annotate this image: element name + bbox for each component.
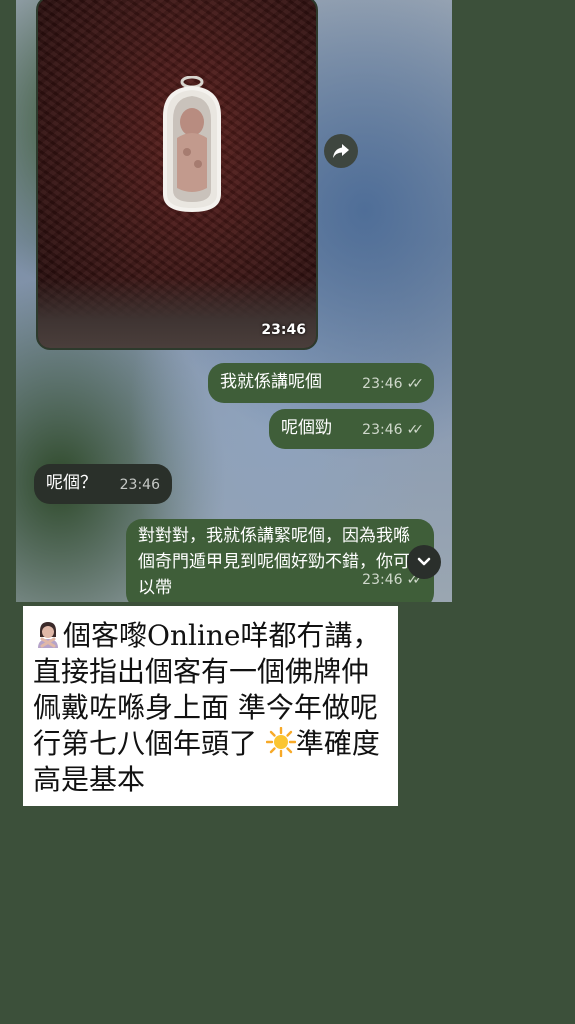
person-gesturing-no-icon — [38, 622, 58, 648]
message-time: 23:46 — [362, 572, 403, 588]
message-time: 23:46 — [119, 477, 160, 493]
message-bubble-outgoing[interactable]: 對對對，我就係講緊呢個，因為我喺個奇門遁甲見到呢個好勁不錯，你可以帶 23:46… — [126, 519, 434, 602]
message-bubble-outgoing[interactable]: 我就係講呢個 23:46 ✓✓ — [208, 363, 434, 403]
message-bubble-incoming[interactable]: 呢個？ 23:46 — [34, 464, 172, 504]
message-text: 呢個勁 — [281, 418, 332, 438]
message-text: 我就係講呢個 — [220, 372, 322, 392]
amulet-pendant-image — [163, 76, 221, 213]
scroll-down-button[interactable] — [407, 545, 441, 579]
share-arrow-icon — [333, 144, 349, 158]
double-check-icon: ✓✓ — [406, 422, 425, 438]
share-button[interactable] — [324, 134, 358, 168]
message-time: 23:46 — [362, 422, 403, 438]
message-meta: 23:46 — [120, 472, 160, 498]
chevron-down-icon — [417, 557, 431, 566]
message-bubble-outgoing[interactable]: 呢個勁 23:46 ✓✓ — [269, 409, 434, 449]
message-meta: 23:46 ✓✓ — [362, 417, 425, 443]
message-time: 23:46 — [362, 376, 403, 392]
chat-screenshot: 23:46 我就係講呢個 23:46 ✓✓ 呢個勁 23:46 ✓✓ 呢個？ 2… — [16, 0, 452, 602]
message-meta: 23:46 ✓✓ — [362, 371, 425, 397]
photo-timestamp: 23:46 — [261, 322, 306, 338]
photo-message[interactable]: 23:46 — [36, 0, 318, 350]
double-check-icon: ✓✓ — [406, 376, 425, 392]
caption-box: 個客嚟Online咩都冇講，直接指出個客有一個佛牌仲佩戴咗喺身上面 準今年做呢行… — [23, 606, 398, 806]
message-text: 呢個？ — [46, 473, 97, 493]
sun-icon — [265, 727, 296, 757]
